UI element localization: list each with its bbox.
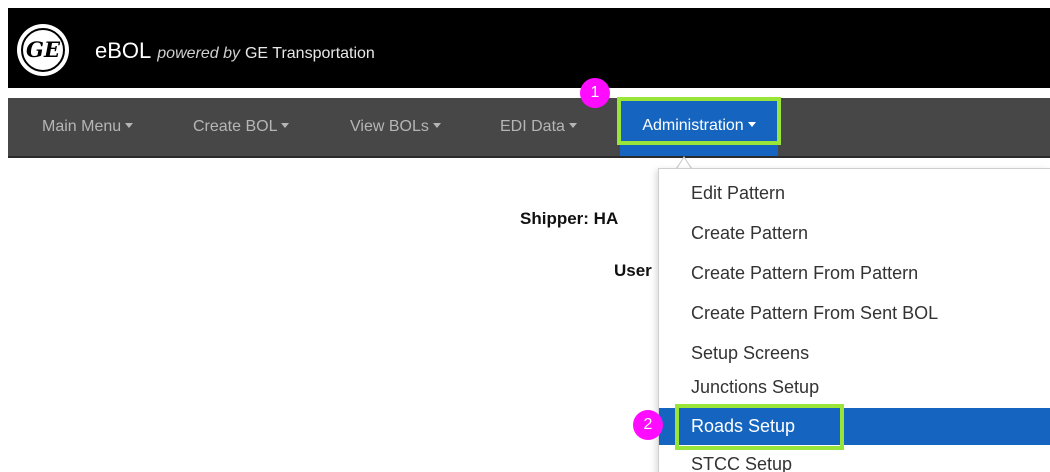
app-window: GE eBOL powered by GE Transportation Main … <box>0 0 1050 472</box>
menu-item-edit-pattern[interactable]: Edit Pattern <box>659 176 1050 210</box>
caret-down-icon <box>568 123 577 129</box>
caret-down-icon <box>125 123 134 129</box>
highlight-roads-setup <box>675 404 844 450</box>
logo-monogram: GE <box>26 37 60 62</box>
menu-item-junctions-setup[interactable]: Junctions Setup <box>659 370 1050 404</box>
menu-item-create-pattern[interactable]: Create Pattern <box>659 216 1050 250</box>
step-badge-1: 1 <box>580 78 610 108</box>
ge-logo-icon[interactable]: GE <box>17 24 69 76</box>
menu-item-create-pattern-from-pattern[interactable]: Create Pattern From Pattern <box>659 256 1050 290</box>
main-navbar: Main Menu Create BOL View BOLs EDI Data … <box>8 98 1050 158</box>
nav-create-bol-label: Create BOL <box>193 118 278 135</box>
menu-item-create-pattern-from-sent-bol[interactable]: Create Pattern From Sent BOL <box>659 296 1050 330</box>
nav-edi-data-label: EDI Data <box>500 118 565 135</box>
nav-main-menu-label: Main Menu <box>42 118 122 135</box>
menu-item-stcc-setup[interactable]: STCC Setup <box>659 447 1050 472</box>
top-header: GE eBOL powered by GE Transportation <box>8 8 1050 88</box>
nav-create-bol[interactable]: Create BOL <box>193 98 290 156</box>
powered-by-text: powered by <box>157 45 240 62</box>
menu-item-setup-screens[interactable]: Setup Screens <box>659 336 1050 370</box>
brand-title: eBOL powered by GE Transportation <box>95 38 375 64</box>
nav-view-bols[interactable]: View BOLs <box>350 98 441 156</box>
user-label: User <box>614 261 652 280</box>
highlight-administration <box>617 97 781 145</box>
nav-view-bols-label: View BOLs <box>350 118 429 135</box>
caret-down-icon <box>281 123 290 129</box>
caret-down-icon <box>432 123 441 129</box>
nav-main-menu[interactable]: Main Menu <box>42 98 134 156</box>
app-name: eBOL <box>95 38 152 63</box>
nav-edi-data[interactable]: EDI Data <box>500 98 577 156</box>
step-badge-2: 2 <box>633 410 663 440</box>
shipper-label: Shipper: HA <box>520 209 619 228</box>
company-name: GE Transportation <box>244 45 375 62</box>
